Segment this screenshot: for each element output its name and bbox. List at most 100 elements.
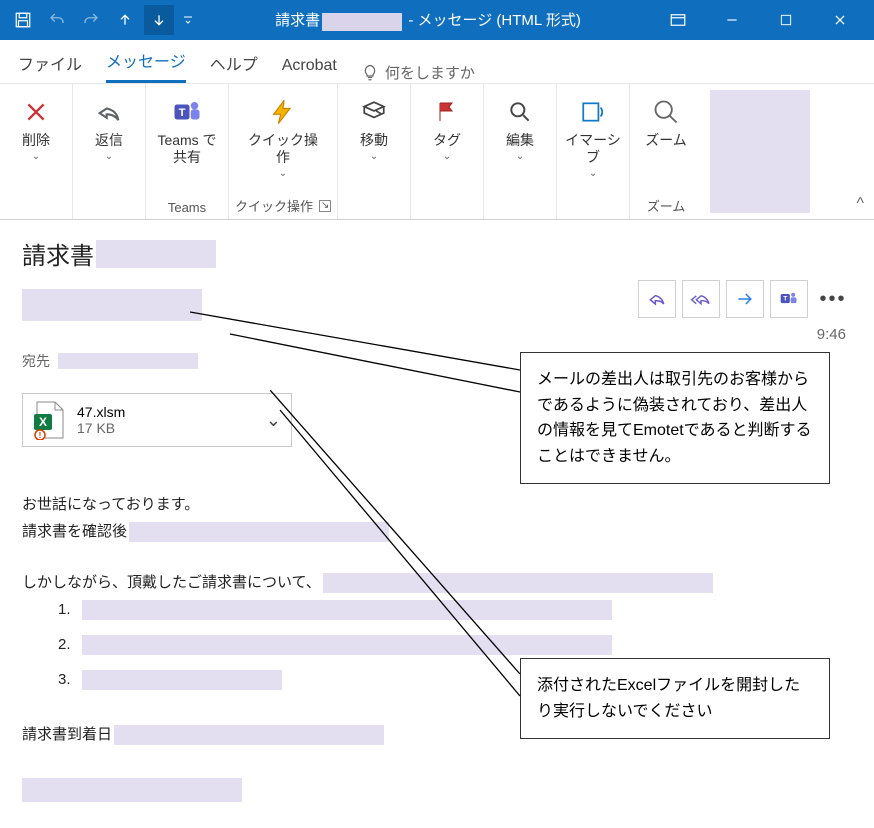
quick-steps-button[interactable]: クイック操作 ⌄ <box>245 88 321 185</box>
tab-message[interactable]: メッセージ <box>106 38 186 83</box>
excel-icon: X! <box>33 400 67 440</box>
save-icon[interactable] <box>8 5 38 35</box>
read-aloud-icon <box>575 94 611 130</box>
redacted-body-6 <box>22 778 242 802</box>
reply-action[interactable] <box>638 280 676 318</box>
group-delete: 削除 ⌄ <box>0 84 73 219</box>
list-num-3: 3. <box>58 666 80 693</box>
attachment-dropdown-icon[interactable]: ⌄ <box>266 410 281 431</box>
svg-text:X: X <box>39 415 47 429</box>
redacted-to <box>58 353 198 369</box>
redacted-li-1 <box>82 600 612 620</box>
close-icon[interactable] <box>820 0 860 40</box>
collapse-ribbon-icon[interactable]: ^ <box>856 195 864 213</box>
group-label-zoom: ズーム <box>647 196 686 217</box>
tab-file[interactable]: ファイル <box>18 41 82 83</box>
list-num-1: 1. <box>58 596 80 623</box>
ribbon: 削除 ⌄ 返信 ⌄ T Teams で共有 Teams <box>0 84 874 220</box>
redacted-subject <box>96 240 216 268</box>
qat-more-icon[interactable] <box>178 5 198 35</box>
message-actions: T ••• <box>638 280 852 318</box>
body-line-1: お世話になっております。 <box>22 491 199 518</box>
redacted-body-2 <box>129 522 389 542</box>
redacted-sender <box>22 289 202 321</box>
tell-me-label: 何をしますか <box>385 62 475 83</box>
svg-text:!: ! <box>39 431 42 440</box>
attachment[interactable]: X! 47.xlsm 17 KB ⌄ <box>22 393 292 447</box>
reply-all-action[interactable] <box>682 280 720 318</box>
attachment-info: 47.xlsm 17 KB <box>77 404 125 436</box>
tab-help[interactable]: ヘルプ <box>210 41 258 83</box>
dialog-launcher-icon[interactable]: ↘ <box>319 200 331 212</box>
svg-text:T: T <box>179 107 186 119</box>
window-title: 請求書 - メッセージ (HTML 形式) <box>198 9 658 30</box>
group-zoom: ズーム ズーム <box>630 84 702 219</box>
teams-icon: T <box>169 94 205 130</box>
group-teams: T Teams で共有 Teams <box>146 84 229 219</box>
annotation-attachment-text: 添付されたExcelファイルを開封したり実行しないでください <box>537 677 800 720</box>
group-edit: 編集 ⌄ <box>484 84 557 219</box>
to-label: 宛先 <box>22 351 50 371</box>
search-icon <box>502 94 538 130</box>
move-icon <box>356 94 392 130</box>
title-suffix: - メッセージ (HTML 形式) <box>408 12 580 29</box>
teams-action[interactable]: T <box>770 280 808 318</box>
annotation-sender: メールの差出人は取引先のお客様からであるように偽装されており、差出人の情報を見て… <box>520 352 830 484</box>
redo-icon[interactable] <box>76 5 106 35</box>
subject-text: 請求書 <box>22 236 94 271</box>
move-button[interactable]: 移動 ⌄ <box>344 88 404 182</box>
group-respond: 返信 ⌄ <box>73 84 146 219</box>
ribbon-mode-icon[interactable] <box>658 0 698 40</box>
attachment-size: 17 KB <box>77 420 125 436</box>
flag-icon <box>429 94 465 130</box>
redacted-body-5 <box>114 725 384 745</box>
more-actions[interactable]: ••• <box>814 280 852 318</box>
zoom-button[interactable]: ズーム <box>636 88 696 182</box>
tell-me[interactable]: 何をしますか <box>361 62 475 83</box>
group-move: 移動 ⌄ <box>338 84 411 219</box>
title-prefix: 請求書 <box>275 12 320 29</box>
reply-icon <box>91 94 127 130</box>
ribbon-tabs: ファイル メッセージ ヘルプ Acrobat 何をしますか <box>0 40 874 84</box>
annotation-attachment: 添付されたExcelファイルを開封したり実行しないでください <box>520 658 830 739</box>
quick-access-toolbar <box>4 5 198 35</box>
teams-share-button[interactable]: T Teams で共有 <box>152 88 222 182</box>
redacted-li-3 <box>82 670 282 690</box>
redacted-body-4 <box>323 573 713 593</box>
delete-icon <box>18 94 54 130</box>
title-bar: 請求書 - メッセージ (HTML 形式) <box>0 0 874 40</box>
undo-icon[interactable] <box>42 5 72 35</box>
group-tag: タグ ⌄ <box>411 84 484 219</box>
forward-action[interactable] <box>726 280 764 318</box>
minimize-icon[interactable] <box>712 0 752 40</box>
redacted-title <box>322 13 402 31</box>
reply-button[interactable]: 返信 ⌄ <box>79 88 139 182</box>
maximize-icon[interactable] <box>766 0 806 40</box>
tab-acrobat[interactable]: Acrobat <box>282 47 337 83</box>
next-item-icon[interactable] <box>144 5 174 35</box>
window-controls <box>658 0 870 40</box>
delete-button[interactable]: 削除 ⌄ <box>6 88 66 182</box>
attachment-name: 47.xlsm <box>77 404 125 420</box>
lightbulb-icon <box>361 64 379 82</box>
redacted-li-2 <box>82 635 612 655</box>
group-quick: クイック操作 ⌄ クイック操作↘ <box>229 84 338 219</box>
lightning-icon <box>265 94 301 130</box>
subject-line: 請求書 <box>22 236 852 271</box>
zoom-icon <box>648 94 684 130</box>
redacted-ribbon <box>710 90 810 213</box>
tag-button[interactable]: タグ ⌄ <box>417 88 477 182</box>
timestamp: 9:46 <box>817 326 846 343</box>
body-line-4: しかしながら、頂戴したご請求書について、 <box>22 569 321 596</box>
list-num-2: 2. <box>58 631 80 658</box>
prev-item-icon[interactable] <box>110 5 140 35</box>
immersive-button[interactable]: イマーシブ ⌄ <box>563 88 623 185</box>
group-immersive: イマーシブ ⌄ <box>557 84 630 219</box>
message-body: お世話になっております。 請求書を確認後 しかしながら、頂戴したご請求書について… <box>22 491 852 802</box>
body-line-2: 請求書を確認後 <box>22 518 127 545</box>
group-label-teams: Teams <box>168 200 206 217</box>
group-label-quick: クイック操作↘ <box>235 196 331 217</box>
body-line-5: 請求書到着日 <box>22 721 112 748</box>
svg-text:T: T <box>783 296 787 303</box>
edit-button[interactable]: 編集 ⌄ <box>490 88 550 182</box>
